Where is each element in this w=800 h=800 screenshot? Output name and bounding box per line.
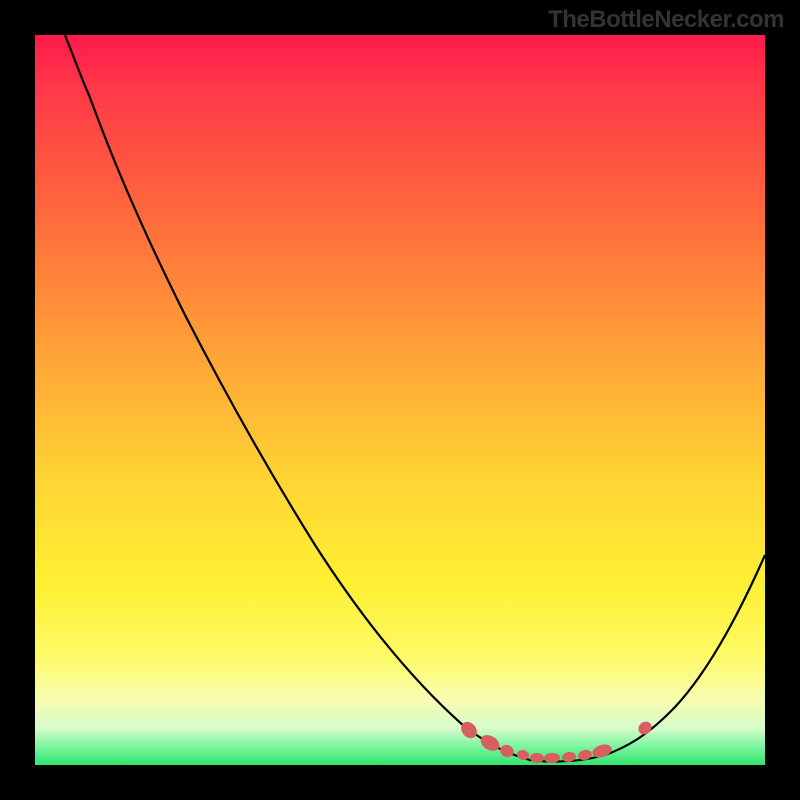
plot-area: [35, 35, 765, 765]
marker-dot: [577, 749, 593, 762]
chart-frame: TheBottleNecker.com: [0, 0, 800, 800]
marker-dot: [636, 719, 654, 737]
optimal-zone-markers: [458, 719, 654, 764]
marker-dot: [530, 753, 545, 764]
watermark-text: TheBottleNecker.com: [548, 6, 784, 34]
marker-dot: [561, 751, 576, 763]
marker-dot: [498, 743, 515, 759]
marker-dot: [458, 719, 480, 742]
marker-dot: [478, 732, 502, 754]
marker-dot: [591, 742, 614, 760]
marker-dot: [516, 749, 530, 761]
markers-svg: [35, 35, 765, 765]
marker-dot: [544, 753, 561, 764]
